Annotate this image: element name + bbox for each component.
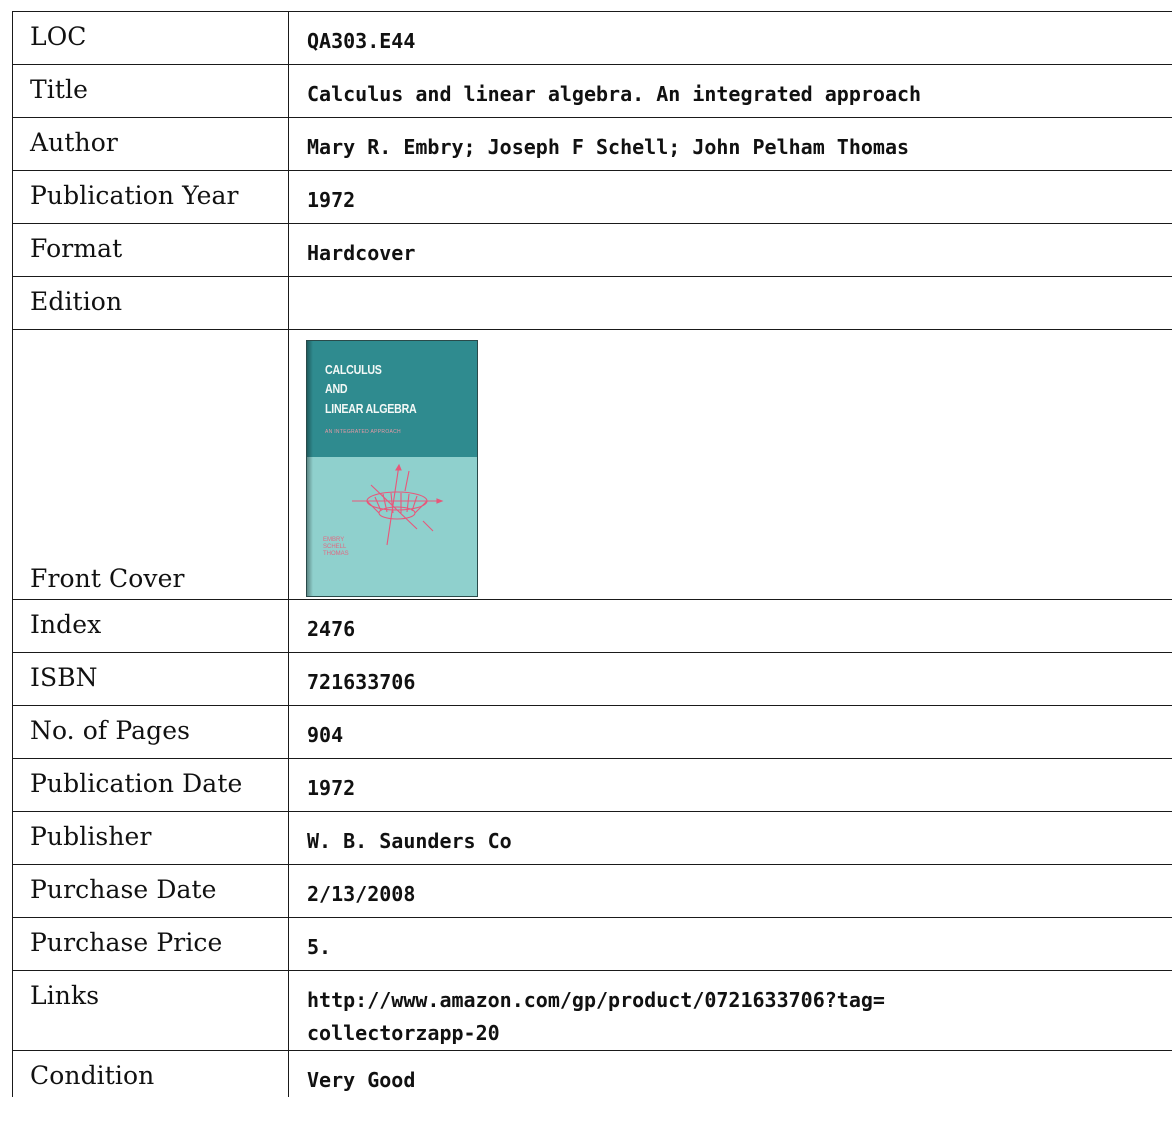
cover-title-line-1: CALCULUS (325, 362, 382, 377)
row-front-cover: Front Cover CALCULUS AND LINEAR ALGEBRA … (12, 329, 1172, 600)
row-isbn: ISBN 721633706 (12, 652, 1172, 706)
row-condition: Condition Very Good (12, 1050, 1172, 1097)
label-title: Title (12, 64, 289, 118)
row-author: Author Mary R. Embry; Joseph F Schell; J… (12, 117, 1172, 171)
row-loc: LOC QA303.E44 (12, 11, 1172, 65)
value-front-cover: CALCULUS AND LINEAR ALGEBRA AN INTEGRATE… (288, 329, 1172, 600)
value-publication-year: 1972 (288, 170, 1172, 224)
value-links[interactable]: http://www.amazon.com/gp/product/0721633… (288, 970, 1172, 1051)
label-loc: LOC (12, 11, 289, 65)
label-edition: Edition (12, 276, 289, 330)
row-purchase-price: Purchase Price 5. (12, 917, 1172, 971)
cover-title-line-2: AND (325, 381, 348, 396)
value-purchase-date: 2/13/2008 (288, 864, 1172, 918)
label-publication-date: Publication Date (12, 758, 289, 812)
row-publication-year: Publication Year 1972 (12, 170, 1172, 224)
value-isbn: 721633706 (288, 652, 1172, 706)
label-index: Index (12, 599, 289, 653)
label-isbn: ISBN (12, 652, 289, 706)
label-condition: Condition (12, 1050, 289, 1097)
value-loc: QA303.E44 (288, 11, 1172, 65)
cover-top-band (307, 341, 477, 457)
cover-author-3: THOMAS (323, 551, 349, 557)
row-publisher: Publisher W. B. Saunders Co (12, 811, 1172, 865)
value-index: 2476 (288, 599, 1172, 653)
row-pages: No. of Pages 904 (12, 705, 1172, 759)
cover-spine-shadow (307, 341, 313, 596)
label-front-cover: Front Cover (12, 329, 289, 600)
value-publication-date: 1972 (288, 758, 1172, 812)
row-index: Index 2476 (12, 599, 1172, 653)
link-url-line-1[interactable]: http://www.amazon.com/gp/product/0721633… (307, 984, 1172, 1017)
cover-title-line-3: LINEAR ALGEBRA (325, 401, 417, 416)
label-format: Format (12, 223, 289, 277)
cover-figure-icon (352, 463, 444, 546)
row-title: Title Calculus and linear algebra. An in… (12, 64, 1172, 118)
row-purchase-date: Purchase Date 2/13/2008 (12, 864, 1172, 918)
value-title: Calculus and linear algebra. An integrat… (288, 64, 1172, 118)
book-record-table: LOC QA303.E44 Title Calculus and linear … (12, 11, 1172, 1097)
cover-authors: EMBRY SCHELL THOMAS (323, 537, 349, 558)
label-links: Links (12, 970, 289, 1051)
label-publisher: Publisher (12, 811, 289, 865)
cover-subtitle: AN INTEGRATED APPROACH (325, 429, 401, 435)
label-pages: No. of Pages (12, 705, 289, 759)
row-format: Format Hardcover (12, 223, 1172, 277)
value-publisher: W. B. Saunders Co (288, 811, 1172, 865)
value-purchase-price: 5. (288, 917, 1172, 971)
cover-author-1: EMBRY (323, 537, 345, 543)
link-url-line-2[interactable]: collectorzapp-20 (307, 1017, 1172, 1050)
label-author: Author (12, 117, 289, 171)
front-cover-image: CALCULUS AND LINEAR ALGEBRA AN INTEGRATE… (306, 340, 478, 597)
row-edition: Edition (12, 276, 1172, 330)
row-publication-date: Publication Date 1972 (12, 758, 1172, 812)
value-edition (288, 276, 1172, 330)
value-condition: Very Good (288, 1050, 1172, 1097)
label-publication-year: Publication Year (12, 170, 289, 224)
label-purchase-date: Purchase Date (12, 864, 289, 918)
cover-author-2: SCHELL (323, 544, 347, 550)
value-author: Mary R. Embry; Joseph F Schell; John Pel… (288, 117, 1172, 171)
label-purchase-price: Purchase Price (12, 917, 289, 971)
value-format: Hardcover (288, 223, 1172, 277)
row-links: Links http://www.amazon.com/gp/product/0… (12, 970, 1172, 1051)
value-pages: 904 (288, 705, 1172, 759)
